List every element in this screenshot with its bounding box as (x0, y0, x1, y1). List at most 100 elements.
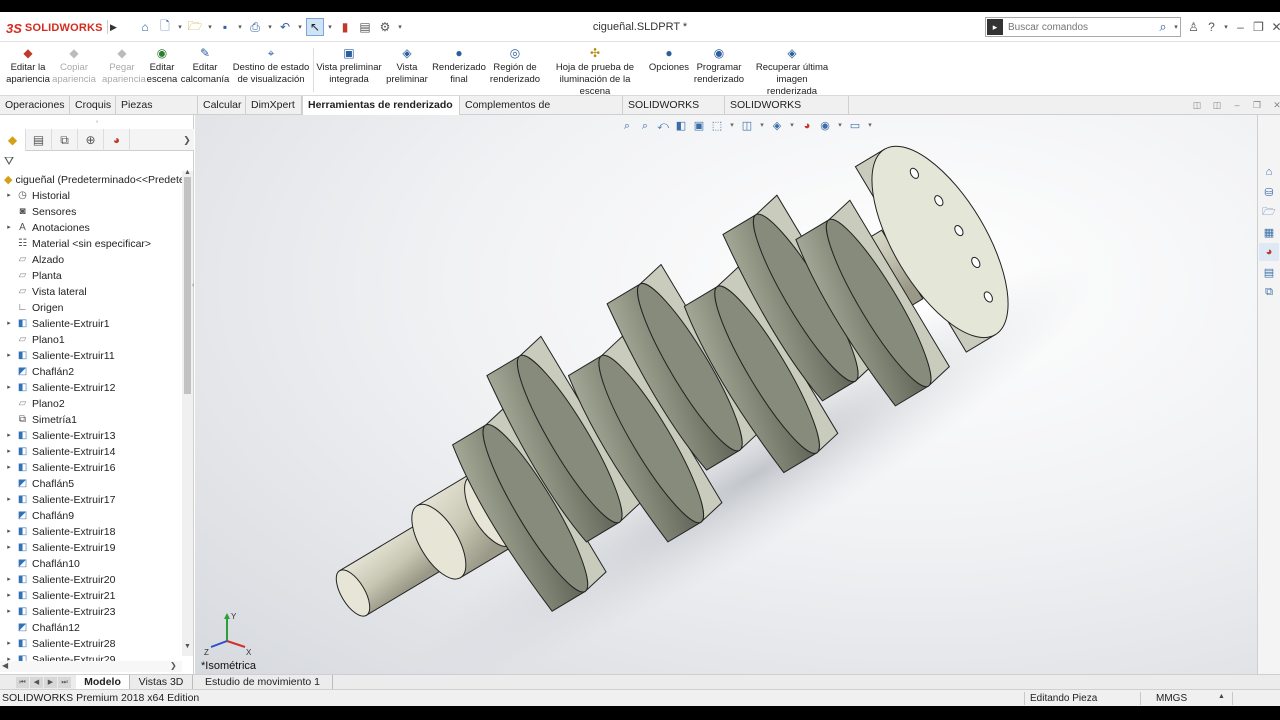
chevron-down-icon[interactable]: ▾ (176, 23, 184, 31)
crankshaft-model[interactable] (195, 115, 1257, 674)
expand-arrow-icon[interactable]: ▸ (4, 444, 14, 460)
expand-arrow-icon[interactable]: ▸ (4, 220, 14, 236)
edit-appearance-icon[interactable]: ◕ (800, 119, 814, 133)
expand-arrow-icon[interactable]: ▸ (4, 604, 14, 620)
home-icon[interactable]: ⌂ (136, 18, 154, 36)
next-tab-icon[interactable]: ▶ (44, 677, 57, 688)
undo-icon[interactable]: ↶ (276, 18, 294, 36)
bottom-tab-1[interactable]: Modelo (76, 675, 130, 690)
command-search-box[interactable]: ▸ ⌕ ▾ (985, 17, 1181, 37)
tree-item[interactable]: ▱ Plano1 (4, 332, 65, 348)
appearances-scenes-icon[interactable]: ◕ (1259, 243, 1279, 261)
scroll-thumb[interactable] (184, 177, 191, 394)
tree-item[interactable]: ◩ Chaflán2 (4, 364, 74, 380)
solidworks-forum-icon[interactable]: ⧉ (1259, 283, 1279, 301)
tree-item[interactable]: ▸ ◧ Saliente-Extruir16 (4, 460, 115, 476)
user-account-icon[interactable]: ♙ (1186, 18, 1201, 36)
chevron-down-icon[interactable]: ▾ (266, 23, 274, 31)
previous-tab-icon[interactable]: ◀ (30, 677, 43, 688)
zoom-to-fit-icon[interactable]: ⌕ (620, 119, 634, 133)
tree-item[interactable]: ▱ Plano2 (4, 396, 65, 412)
tree-item[interactable]: ⧉ Simetría1 (4, 412, 77, 428)
tree-item[interactable]: ▸ ◧ Saliente-Extruir13 (4, 428, 115, 444)
rebuild-icon[interactable]: ▮ (336, 18, 354, 36)
tab-9[interactable]: SOLIDWORKS Inspection (725, 96, 849, 129)
expand-arrow-icon[interactable]: ▸ (4, 460, 14, 476)
file-properties-icon[interactable]: ▤ (356, 18, 374, 36)
solidworks-resources-icon[interactable]: ⌂ (1259, 163, 1279, 181)
minimize-icon[interactable]: – (1233, 18, 1248, 36)
graphics-viewport[interactable]: ⌕ ⌕ ⤺ ◧ ▣ ⬚ ▾ ◫ ▾ ◈ ▾ ◕ ◉ ▾ ▭ ▾ Y X Z *I… (195, 115, 1257, 674)
expand-arrow-icon[interactable]: ▸ (4, 348, 14, 364)
custom-properties-icon[interactable]: ▤ (1259, 263, 1279, 281)
scroll-right-icon[interactable]: ❯ (170, 661, 177, 670)
dynamic-annotation-icon[interactable]: ▣ (692, 119, 706, 133)
view-palette-icon[interactable]: ▦ (1259, 223, 1279, 241)
ribbon-button-10[interactable]: ◎ Región de renderizado (487, 46, 543, 86)
expand-arrow-icon[interactable]: ▸ (4, 492, 14, 508)
design-library-icon[interactable]: ⛁ (1259, 183, 1279, 201)
chevron-down-icon[interactable]: ▾ (788, 119, 796, 133)
expand-arrow-icon[interactable]: ▸ (4, 428, 14, 444)
ribbon-button-5[interactable]: ✎ Editar calcomanía (179, 46, 231, 86)
tree-item[interactable]: ◩ Chaflán12 (4, 620, 80, 636)
chevron-down-icon[interactable]: ▾ (728, 119, 736, 133)
first-tab-icon[interactable]: ⏮ (16, 677, 29, 688)
select-pointer-icon[interactable]: ↖ (306, 18, 324, 36)
bottom-tab-2[interactable]: Vistas 3D (130, 675, 193, 690)
last-tab-icon[interactable]: ⏭ (58, 677, 71, 688)
chevron-down-icon[interactable]: ▾ (866, 119, 874, 133)
bottom-tab-3[interactable]: Estudio de movimiento 1 (193, 675, 333, 690)
scroll-left-icon[interactable]: ◀ (2, 661, 8, 670)
chevron-down-icon[interactable]: ▾ (326, 23, 334, 31)
new-document-icon[interactable]: 🗋 (156, 18, 174, 36)
apply-scene-icon[interactable]: ◉ (818, 119, 832, 133)
ribbon-button-7[interactable]: ▣ Vista preliminar integrada (313, 46, 385, 86)
tree-item[interactable]: ▸ ◧ Saliente-Extruir19 (4, 540, 115, 556)
tree-item[interactable]: ▸ ◧ Saliente-Extruir12 (4, 380, 115, 396)
chevron-down-icon[interactable]: ▾ (396, 23, 404, 31)
tree-root-part[interactable]: ◆ cigueñal (Predeterminado<<Predetermina… (4, 172, 182, 188)
tree-item[interactable]: ▸ ◧ Saliente-Extruir21 (4, 588, 115, 604)
search-commands-input[interactable] (1004, 21, 1154, 33)
filter-icon[interactable]: ⛛ (4, 154, 14, 170)
chevron-down-icon[interactable]: ▾ (1172, 23, 1180, 31)
expand-arrow-icon[interactable]: ▸ (4, 380, 14, 396)
tab-2[interactable]: Croquis (70, 96, 116, 115)
display-manager-tab-icon[interactable]: ◕ (104, 129, 130, 151)
ribbon-button-8[interactable]: ◈ Vista preliminar (383, 46, 431, 86)
ribbon-button-6[interactable]: ⌖ Destino de estado de visualización (229, 46, 313, 86)
ribbon-button-3[interactable]: ◆ Pegar apariencia (102, 46, 146, 86)
expand-arrow-icon[interactable]: ▸ (4, 572, 14, 588)
ribbon-button-1[interactable]: ◆ Editar la apariencia (4, 46, 52, 86)
save-icon[interactable]: ▪ (216, 18, 234, 36)
tree-item[interactable]: ▸ ◧ Saliente-Extruir23 (4, 604, 115, 620)
view-orientation-icon[interactable]: ⬚ (710, 119, 724, 133)
view-settings-icon[interactable]: ▭ (848, 119, 862, 133)
tree-item[interactable]: ◙ Sensores (4, 204, 76, 220)
close-icon[interactable]: ✕ (1269, 18, 1280, 36)
configuration-manager-tab-icon[interactable]: ⧉ (52, 129, 78, 151)
hide-show-items-icon[interactable]: ◈ (770, 119, 784, 133)
ribbon-button-2[interactable]: ◆ Copiar apariencia (52, 46, 96, 86)
tree-item[interactable]: ▸ ◧ Saliente-Extruir18 (4, 524, 115, 540)
tab-8[interactable]: SOLIDWORKS MBD (623, 96, 725, 129)
tree-item[interactable]: ▸ ◧ Saliente-Extruir14 (4, 444, 115, 460)
expand-arrow-icon[interactable]: ▸ (4, 188, 14, 204)
tab-3[interactable]: Piezas soldadas (116, 96, 198, 129)
expand-arrow-icon[interactable]: ▸ (4, 636, 14, 652)
units-dropdown-icon[interactable]: ▲ (1218, 693, 1225, 700)
tile-right-icon[interactable]: ◫ (1210, 98, 1224, 112)
tree-item[interactable]: ☷ Material <sin especificar> (4, 236, 151, 252)
options-gear-icon[interactable]: ⚙ (376, 18, 394, 36)
chevron-down-icon[interactable]: ▾ (206, 23, 214, 31)
ribbon-button-11[interactable]: ✣ Hoja de prueba de iluminación de la esce… (545, 46, 645, 98)
menu-expand-arrow-icon[interactable]: ▶ (107, 20, 117, 34)
ribbon-button-13[interactable]: ◉ Programar renderizado (692, 46, 746, 86)
property-manager-tab-icon[interactable]: ▤ (26, 129, 52, 151)
display-style-icon[interactable]: ◫ (740, 119, 754, 133)
file-explorer-icon[interactable]: 🗁 (1259, 203, 1279, 221)
solidworks-logo[interactable]: 3S SOLIDWORKS (6, 18, 103, 38)
tab-5[interactable]: DimXpert (246, 96, 302, 115)
expand-arrow-icon[interactable]: ▸ (4, 316, 14, 332)
